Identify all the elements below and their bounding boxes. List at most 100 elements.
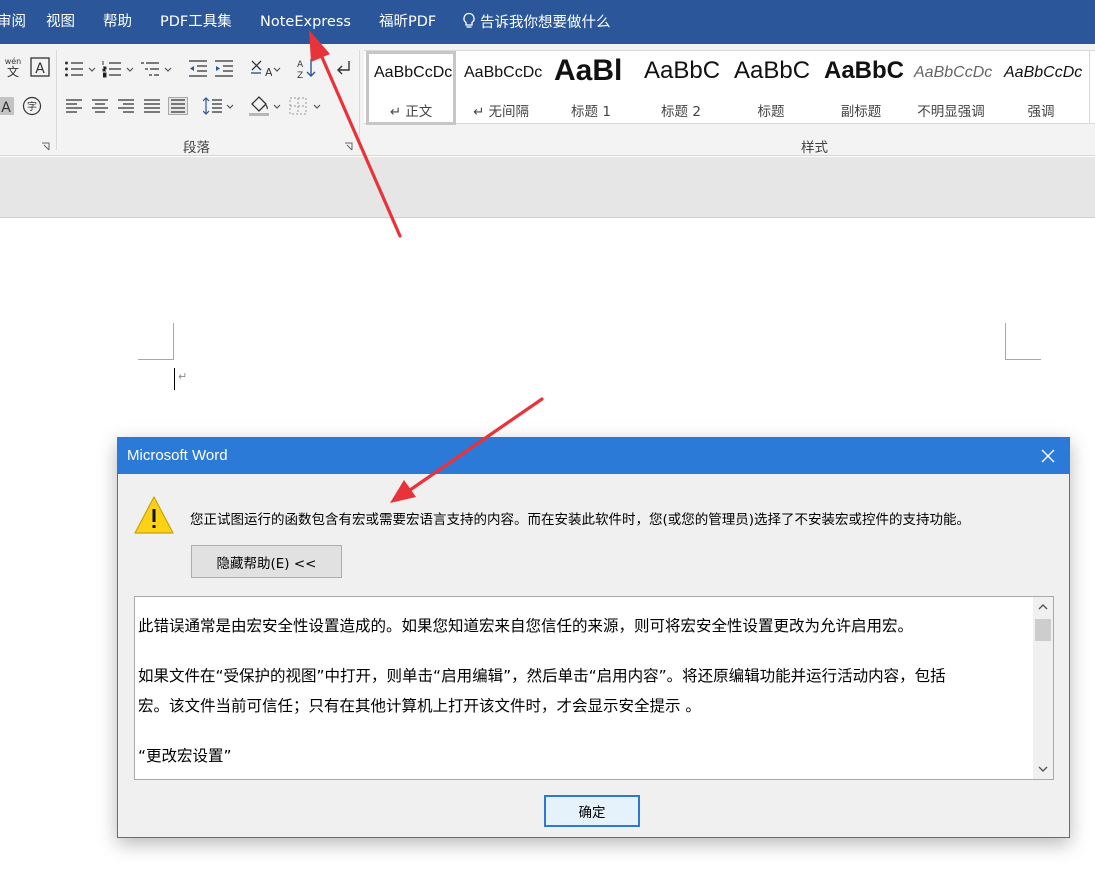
- style-heading-1[interactable]: AaBl 标题 1: [546, 51, 636, 125]
- menu-help[interactable]: 帮助: [103, 12, 132, 32]
- distributed-align-icon[interactable]: [167, 95, 189, 117]
- style-heading-2[interactable]: AaBbC 标题 2: [636, 51, 726, 125]
- dialog-title-bar[interactable]: Microsoft Word: [118, 438, 1069, 474]
- paragraph-mark: ↵: [178, 370, 188, 383]
- shading-icon[interactable]: [248, 94, 270, 116]
- scrollbar-thumb[interactable]: [1035, 619, 1051, 641]
- close-icon[interactable]: [1039, 447, 1057, 465]
- paragraph-dialog-launcher-icon[interactable]: [344, 142, 353, 151]
- show-hide-marks-icon[interactable]: [332, 57, 354, 79]
- chevron-down-icon[interactable]: [164, 67, 172, 73]
- menu-foxit-pdf[interactable]: 福昕PDF: [379, 12, 436, 32]
- decrease-indent-icon[interactable]: [187, 58, 209, 80]
- crop-mark: [1005, 359, 1041, 360]
- font-dialog-launcher-icon[interactable]: [41, 142, 50, 151]
- svg-text:A: A: [297, 60, 304, 70]
- style-preview: AaBl: [554, 54, 623, 87]
- svg-text:文: 文: [7, 64, 19, 78]
- crop-mark: [138, 359, 174, 360]
- crop-mark: [1005, 323, 1006, 360]
- character-border-icon[interactable]: A: [29, 56, 51, 78]
- menu-noteexpress[interactable]: NoteExpress: [260, 12, 351, 32]
- character-shading-icon[interactable]: A: [0, 95, 18, 117]
- style-preview: AaBbC: [734, 57, 811, 84]
- chevron-down-icon[interactable]: [273, 67, 281, 73]
- menu-review[interactable]: 审阅: [0, 12, 26, 32]
- style-normal[interactable]: AaBbCcDc ↵ 正文: [366, 51, 456, 125]
- style-preview: AaBbCcDc: [1004, 64, 1083, 81]
- styles-gallery-scroll-edge: [1089, 50, 1090, 124]
- lightbulb-icon: [463, 12, 475, 28]
- ribbon-separator: [359, 50, 360, 150]
- help-paragraph: “更改宏设置”: [138, 747, 232, 765]
- style-name: 强调: [1027, 104, 1055, 120]
- ok-button[interactable]: 确定: [544, 795, 640, 827]
- help-paragraph: 此错误通常是由宏安全性设置造成的。如果您知道宏来自您信任的来源，则可将宏安全性设…: [138, 617, 914, 635]
- chevron-down-icon[interactable]: [126, 67, 134, 73]
- sort-icon[interactable]: AZ: [296, 57, 318, 79]
- style-preview: AaBbC: [644, 57, 721, 84]
- tell-me-label: 告诉我你想要做什么: [480, 15, 611, 31]
- align-right-icon[interactable]: [115, 95, 137, 117]
- style-name: ↵ 正文: [389, 104, 433, 120]
- chevron-down-icon[interactable]: [1036, 762, 1050, 776]
- help-paragraph: 宏。该文件当前可信任；只有在其他计算机上打开该文件时，才会显示安全提示 。: [138, 697, 701, 715]
- menu-bar: 审阅 视图 帮助 PDF工具集 NoteExpress 福昕PDF 告诉我你想要…: [0, 0, 1095, 44]
- chevron-up-icon[interactable]: [1036, 600, 1050, 614]
- text-cursor: [174, 368, 175, 390]
- style-name: 标题 2: [661, 104, 701, 120]
- warning-icon: [134, 496, 174, 534]
- help-scrollbar[interactable]: [1033, 597, 1053, 779]
- style-no-spacing[interactable]: AaBbCcDc ↵ 无间隔: [456, 51, 546, 125]
- style-subtle-emphasis[interactable]: AaBbCcDc 不明显强调: [906, 51, 996, 125]
- style-emphasis[interactable]: AaBbCcDc 强调: [996, 51, 1086, 125]
- style-subtitle[interactable]: AaBbC 副标题: [816, 51, 906, 125]
- style-name: 副标题: [840, 104, 882, 120]
- svg-text:A: A: [35, 61, 45, 77]
- align-left-icon[interactable]: [63, 95, 85, 117]
- hide-help-button[interactable]: 隐藏帮助(E) <<: [191, 545, 342, 578]
- chinese-layout-icon[interactable]: A: [250, 58, 272, 80]
- enclose-characters-icon[interactable]: 字: [21, 95, 43, 117]
- style-preview: AaBbCcDc: [374, 64, 453, 81]
- chevron-down-icon[interactable]: [226, 104, 234, 110]
- style-name: 标题 1: [571, 104, 611, 120]
- chevron-down-icon[interactable]: [273, 104, 281, 110]
- macro-error-dialog: Microsoft Word 您正试图运行的函数包含有宏或需要宏语言支持的内容。…: [117, 437, 1070, 838]
- justify-icon[interactable]: [141, 95, 163, 117]
- align-center-icon[interactable]: [89, 95, 111, 117]
- numbering-icon[interactable]: [101, 58, 123, 80]
- ribbon: wén 文 A A 字 A A Z 段落 AaBbCcDc ↵ 正文 AaBbC…: [0, 44, 1095, 156]
- style-preview: AaBbC: [824, 57, 905, 84]
- paragraph-group-label: 段落: [183, 140, 210, 156]
- chevron-down-icon[interactable]: [88, 67, 96, 73]
- tell-me-search[interactable]: 告诉我你想要做什么: [462, 12, 611, 33]
- svg-text:A: A: [265, 66, 272, 79]
- help-text-box[interactable]: 此错误通常是由宏安全性设置造成的。如果您知道宏来自您信任的来源，则可将宏安全性设…: [134, 596, 1054, 780]
- borders-icon[interactable]: [287, 95, 309, 117]
- svg-text:Z: Z: [297, 71, 303, 79]
- styles-group-label: 样式: [801, 140, 828, 156]
- chevron-down-icon[interactable]: [313, 104, 321, 110]
- increase-indent-icon[interactable]: [213, 58, 235, 80]
- menu-pdf-tools[interactable]: PDF工具集: [160, 12, 232, 32]
- phonetic-guide-icon[interactable]: wén 文: [2, 56, 24, 78]
- dialog-message: 您正试图运行的函数包含有宏或需要宏语言支持的内容。而在安装此软件时，您(或您的管…: [190, 512, 971, 528]
- svg-text:字: 字: [27, 100, 37, 113]
- ribbon-separator: [56, 50, 57, 150]
- style-preview: AaBbCcDc: [914, 64, 993, 81]
- style-name: ↵ 无间隔: [472, 104, 530, 120]
- help-paragraph: 如果文件在“受保护的视图”中打开，则单击“启用编辑”，然后单击“启用内容”。将还…: [138, 667, 946, 685]
- bullets-icon[interactable]: [63, 58, 85, 80]
- ruler-area: [0, 157, 1095, 218]
- menu-view[interactable]: 视图: [46, 12, 75, 32]
- line-spacing-icon[interactable]: [202, 95, 224, 117]
- style-title[interactable]: AaBbC 标题: [726, 51, 816, 125]
- style-name: 不明显强调: [917, 104, 985, 120]
- styles-gallery: AaBbCcDc ↵ 正文 AaBbCcDc ↵ 无间隔 AaBl 标题 1 A…: [364, 50, 1095, 125]
- svg-text:A: A: [1, 100, 11, 116]
- multilevel-list-icon[interactable]: [139, 58, 161, 80]
- crop-mark: [173, 323, 174, 360]
- word-window: 审阅 视图 帮助 PDF工具集 NoteExpress 福昕PDF 告诉我你想要…: [0, 0, 1095, 873]
- style-name: 标题: [757, 104, 785, 120]
